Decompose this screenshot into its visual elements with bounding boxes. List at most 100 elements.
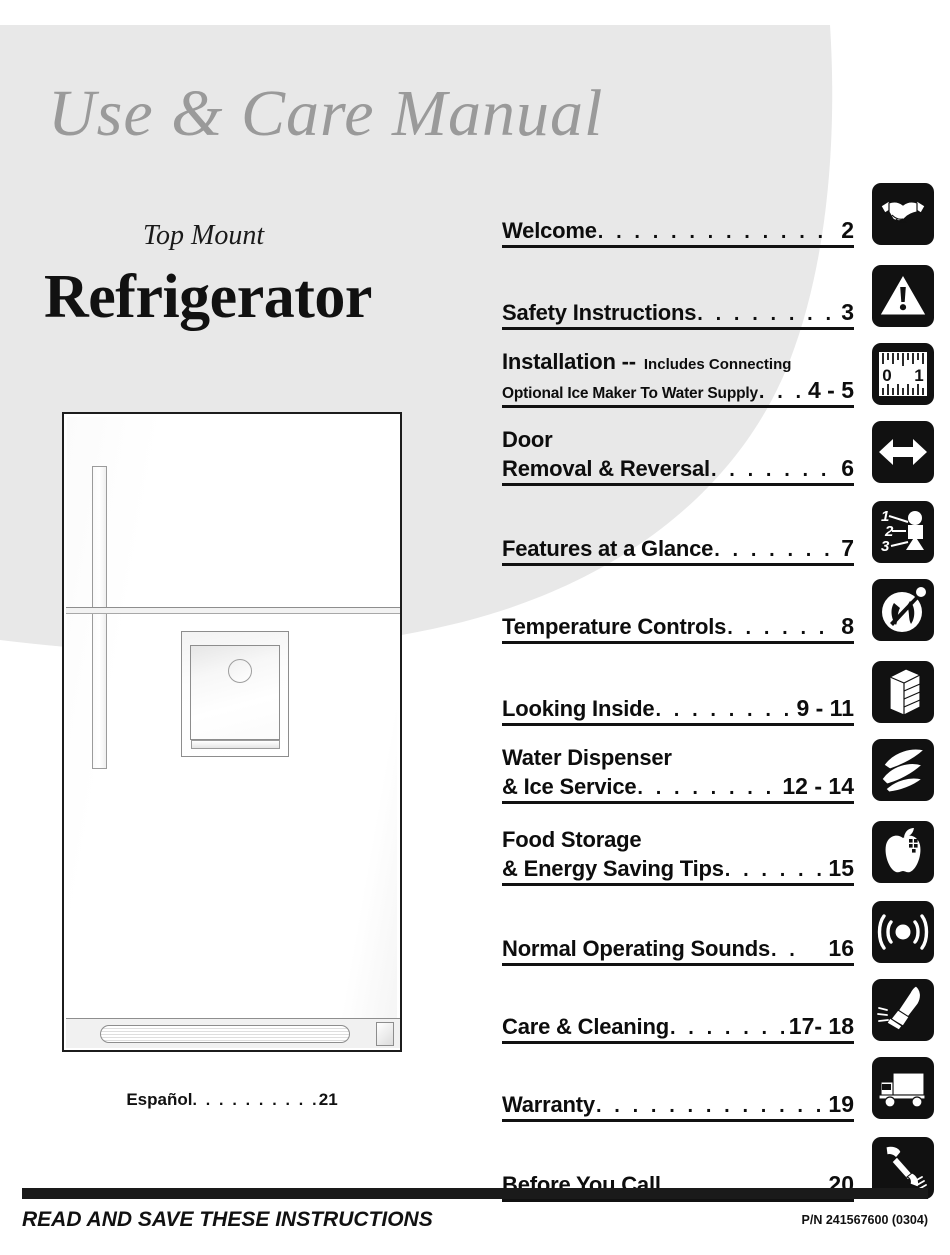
svg-text:0: 0: [882, 366, 891, 385]
toc-entry-label: Warranty: [502, 1092, 595, 1117]
toc-row[interactable]: Normal Operating Sounds. . 16: [502, 886, 934, 966]
product-kicker: Top Mount: [143, 220, 265, 251]
toc-row[interactable]: Warranty. . . . . . . . . . . . . . . . …: [502, 1044, 934, 1122]
delivery-truck-icon: [872, 1057, 934, 1119]
fridge-base-grille: [66, 1018, 400, 1048]
toc-entry-line-primary: Safety Instructions. . . . . . . . . . .…: [502, 299, 854, 326]
toc-entry-text: Door Removal & Reversal. . . . . . . . .6: [502, 427, 854, 482]
refrigerator-box-icon: [872, 661, 934, 723]
svg-text:1: 1: [914, 366, 923, 385]
toc-row[interactable]: Safety Instructions. . . . . . . . . . .…: [502, 248, 934, 330]
toc-leader-dots: . . . . . . .: [727, 618, 837, 638]
dispenser-paddle-button: [228, 659, 252, 683]
toc-leader-dots: . . . . . . .: [724, 860, 824, 880]
toc-entry-line-secondary: Removal & Reversal. . . . . . . . .6: [502, 455, 854, 482]
toc-leader-dots: . . . . . . . . . . . . . . . . . . . .: [595, 1096, 823, 1116]
fridge-outline: [62, 412, 402, 1052]
toc-entry-label-2: Removal & Reversal: [502, 456, 710, 481]
toc-row[interactable]: Water Dispenser & Ice Service. . . . . . …: [502, 726, 934, 804]
toc-entry-line-primary: Looking Inside. . . . . . . . . .9 - 11: [502, 695, 854, 722]
toc-entry-label-2: & Ice Service: [502, 774, 637, 799]
warning-triangle-icon: [872, 265, 934, 327]
toc-page-number: 19: [828, 1091, 854, 1117]
toc-leader-dots: . . . . . . . . . . . .: [697, 304, 836, 324]
toc-leader-dots: . . . . .: [758, 382, 803, 402]
toc-row[interactable]: Care & Cleaning. . . . . . . . .17- 18: [502, 966, 934, 1044]
toc-entry-label-2: & Energy Saving Tips: [502, 856, 724, 881]
table-of-contents: Welcome . . . . . . . . . . . . . . . . .…: [502, 183, 934, 1202]
water-ice-icon: [872, 739, 934, 801]
toc-row[interactable]: Door Removal & Reversal. . . . . . . . .6: [502, 408, 934, 486]
toc-entry-line-primary: Water Dispenser: [502, 745, 854, 771]
toc-entry-text: Food Storage & Energy Saving Tips. . . . …: [502, 827, 854, 882]
espanol-reference: Español. . . . . . . . . .21: [62, 1090, 402, 1110]
toc-row-divider: [502, 1199, 854, 1202]
toc-entry-line-primary: Door: [502, 427, 854, 453]
toc-page-number: 4 - 5: [807, 377, 854, 403]
toc-entry-subtitle: Includes Connecting: [643, 356, 792, 373]
toc-page-number: 6: [841, 455, 854, 481]
toc-entry-line-secondary: & Energy Saving Tips. . . . . . .15: [502, 855, 854, 882]
footer-part-number: P/N 241567600 (0304): [801, 1213, 928, 1227]
toc-leader-dots: . . . . . . . . .: [669, 1018, 784, 1038]
dispenser-drip-tray: [191, 740, 280, 749]
toc-page-number: 16: [828, 935, 854, 961]
toc-page-number: 9 - 11: [796, 695, 854, 721]
toc-page-number: 12 - 14: [782, 773, 854, 799]
toc-entry-line-primary: Normal Operating Sounds. . 16: [502, 935, 854, 962]
manual-cover-page: Use & Care Manual Top Mount Refrigerator…: [0, 0, 950, 1255]
sound-waves-icon: [872, 901, 934, 963]
toc-entry-text: Looking Inside. . . . . . . . . .9 - 11: [502, 695, 854, 722]
footer-instruction-note: READ AND SAVE THESE INSTRUCTIONS: [22, 1208, 433, 1231]
toc-page-number: 15: [828, 855, 854, 881]
toc-entry-text: Care & Cleaning. . . . . . . . .17- 18: [502, 1013, 854, 1040]
espanol-label: Español: [126, 1090, 193, 1109]
dispenser-recess: [190, 645, 280, 740]
toc-leader-dots: . . . . . . . . .: [710, 460, 836, 480]
page-title: Use & Care Manual: [48, 77, 604, 150]
handshake-icon: [872, 183, 934, 245]
toc-row[interactable]: Features at a Glance. . . . . . . . .7 1…: [502, 486, 934, 566]
toc-entry-text: Safety Instructions. . . . . . . . . . .…: [502, 299, 854, 326]
refrigerator-illustration: [62, 412, 402, 1052]
toc-entry-label: Temperature Controls: [502, 614, 727, 639]
toc-entry-label: Safety Instructions: [502, 300, 697, 325]
toc-entry-text: Temperature Controls. . . . . . .8: [502, 613, 854, 640]
toc-leader-dots: . . . . . . . . . .: [655, 700, 791, 720]
numbered-diagram-icon: 123: [872, 501, 934, 563]
toc-entry-text: Features at a Glance. . . . . . . . .7: [502, 535, 854, 562]
fridge-door-divider: [66, 607, 400, 614]
toc-entry-line-primary: Care & Cleaning. . . . . . . . .17- 18: [502, 1013, 854, 1040]
toc-entry-line-primary: Features at a Glance. . . . . . . . .7: [502, 535, 854, 562]
toc-row[interactable]: Welcome. . . . . . . . . . . . . . . . .…: [502, 183, 934, 248]
toc-leader-dots: . . . . . . . . .: [714, 540, 836, 560]
toc-entry-line-primary: Food Storage: [502, 827, 854, 853]
toc-entry-label: Welcome: [502, 218, 597, 243]
toc-entry-label: Looking Inside: [502, 696, 655, 721]
ruler-icon: 0 1: [872, 343, 934, 405]
espanol-dots: . . . . . . . . . .: [192, 1092, 319, 1109]
toc-entry-text: Normal Operating Sounds. . 16: [502, 935, 854, 962]
toc-row[interactable]: Food Storage & Energy Saving Tips. . . . …: [502, 804, 934, 886]
toc-entry-text: Warranty. . . . . . . . . . . . . . . . …: [502, 1091, 854, 1118]
toc-entry-label: Food Storage: [502, 827, 642, 852]
toc-row[interactable]: Installation -- Includes Connecting Option…: [502, 330, 934, 408]
footer-divider-bar: [22, 1188, 928, 1199]
double-arrow-icon: [872, 421, 934, 483]
toc-row[interactable]: Temperature Controls. . . . . . .8: [502, 566, 934, 644]
toc-leader-dots: . .: [770, 940, 799, 960]
toc-page-number: 7: [841, 535, 854, 561]
toc-entry-text: Water Dispenser & Ice Service. . . . . . …: [502, 745, 854, 800]
cleaning-hand-icon: [872, 979, 934, 1041]
toc-entry-text: Welcome. . . . . . . . . . . . . . . . .…: [502, 217, 854, 244]
base-vent: [100, 1025, 350, 1043]
product-name: Refrigerator: [44, 263, 372, 331]
toc-page-number: 17- 18: [788, 1013, 854, 1039]
toc-entry-label: Door: [502, 427, 553, 452]
toc-entry-line-secondary: Optional Ice Maker To Water Supply. . . …: [502, 377, 854, 404]
toc-entry-line-primary: Warranty. . . . . . . . . . . . . . . . …: [502, 1091, 854, 1118]
toc-row[interactable]: Looking Inside. . . . . . . . . .9 - 11: [502, 644, 934, 726]
toc-leader-dots: . . . . . . . . . . .: [637, 778, 777, 798]
toc-entry-label: Normal Operating Sounds: [502, 936, 770, 961]
fridge-handle: [92, 466, 107, 769]
